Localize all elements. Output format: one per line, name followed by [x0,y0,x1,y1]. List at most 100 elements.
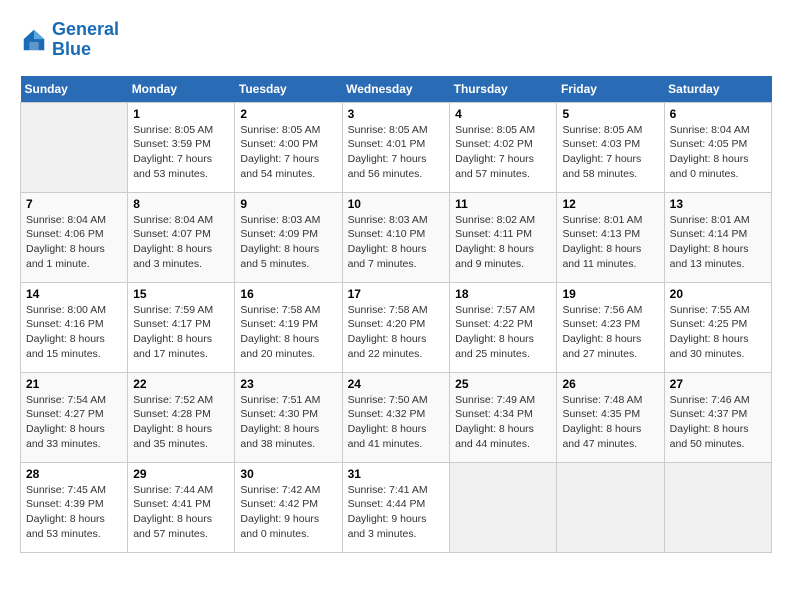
day-number: 28 [26,467,122,481]
day-info: Sunrise: 7:44 AM Sunset: 4:41 PM Dayligh… [133,483,229,542]
day-info: Sunrise: 7:49 AM Sunset: 4:34 PM Dayligh… [455,393,551,452]
header-monday: Monday [128,76,235,103]
day-number: 4 [455,107,551,121]
day-info: Sunrise: 7:51 AM Sunset: 4:30 PM Dayligh… [240,393,336,452]
daylight-text: Daylight: 8 hours and 5 minutes. [240,242,336,271]
sunrise-text: Sunrise: 7:52 AM [133,393,229,408]
day-info: Sunrise: 7:50 AM Sunset: 4:32 PM Dayligh… [348,393,445,452]
day-number: 16 [240,287,336,301]
day-number: 2 [240,107,336,121]
day-number: 1 [133,107,229,121]
daylight-text: Daylight: 7 hours and 53 minutes. [133,152,229,181]
header-friday: Friday [557,76,664,103]
sunrise-text: Sunrise: 7:57 AM [455,303,551,318]
day-info: Sunrise: 8:04 AM Sunset: 4:05 PM Dayligh… [670,123,766,182]
day-number: 7 [26,197,122,211]
day-number: 22 [133,377,229,391]
sunrise-text: Sunrise: 8:01 AM [562,213,658,228]
day-number: 8 [133,197,229,211]
sunrise-text: Sunrise: 7:58 AM [348,303,445,318]
day-number: 17 [348,287,445,301]
sunrise-text: Sunrise: 7:45 AM [26,483,122,498]
sunset-text: Sunset: 4:28 PM [133,407,229,422]
sunset-text: Sunset: 4:37 PM [670,407,766,422]
daylight-text: Daylight: 8 hours and 20 minutes. [240,332,336,361]
sunrise-text: Sunrise: 7:46 AM [670,393,766,408]
week-row-2: 7 Sunrise: 8:04 AM Sunset: 4:06 PM Dayli… [21,192,772,282]
sunset-text: Sunset: 4:13 PM [562,227,658,242]
day-number: 30 [240,467,336,481]
sunset-text: Sunset: 4:06 PM [26,227,122,242]
day-cell: 2 Sunrise: 8:05 AM Sunset: 4:00 PM Dayli… [235,102,342,192]
daylight-text: Daylight: 9 hours and 0 minutes. [240,512,336,541]
day-cell: 29 Sunrise: 7:44 AM Sunset: 4:41 PM Dayl… [128,462,235,552]
daylight-text: Daylight: 8 hours and 44 minutes. [455,422,551,451]
day-cell: 13 Sunrise: 8:01 AM Sunset: 4:14 PM Dayl… [664,192,771,282]
header-sunday: Sunday [21,76,128,103]
week-row-5: 28 Sunrise: 7:45 AM Sunset: 4:39 PM Dayl… [21,462,772,552]
sunrise-text: Sunrise: 7:58 AM [240,303,336,318]
day-cell: 25 Sunrise: 7:49 AM Sunset: 4:34 PM Dayl… [450,372,557,462]
day-number: 20 [670,287,766,301]
day-info: Sunrise: 7:46 AM Sunset: 4:37 PM Dayligh… [670,393,766,452]
sunset-text: Sunset: 4:19 PM [240,317,336,332]
sunrise-text: Sunrise: 7:51 AM [240,393,336,408]
day-cell: 26 Sunrise: 7:48 AM Sunset: 4:35 PM Dayl… [557,372,664,462]
day-number: 6 [670,107,766,121]
page-header: General Blue [20,20,772,60]
daylight-text: Daylight: 8 hours and 53 minutes. [26,512,122,541]
calendar-table: SundayMondayTuesdayWednesdayThursdayFrid… [20,76,772,553]
day-number: 29 [133,467,229,481]
day-info: Sunrise: 7:42 AM Sunset: 4:42 PM Dayligh… [240,483,336,542]
day-cell: 19 Sunrise: 7:56 AM Sunset: 4:23 PM Dayl… [557,282,664,372]
day-number: 19 [562,287,658,301]
daylight-text: Daylight: 8 hours and 15 minutes. [26,332,122,361]
daylight-text: Daylight: 8 hours and 0 minutes. [670,152,766,181]
day-info: Sunrise: 7:48 AM Sunset: 4:35 PM Dayligh… [562,393,658,452]
day-number: 10 [348,197,445,211]
day-info: Sunrise: 7:54 AM Sunset: 4:27 PM Dayligh… [26,393,122,452]
sunset-text: Sunset: 4:34 PM [455,407,551,422]
day-info: Sunrise: 7:55 AM Sunset: 4:25 PM Dayligh… [670,303,766,362]
daylight-text: Daylight: 8 hours and 33 minutes. [26,422,122,451]
day-info: Sunrise: 8:04 AM Sunset: 4:07 PM Dayligh… [133,213,229,272]
day-cell: 4 Sunrise: 8:05 AM Sunset: 4:02 PM Dayli… [450,102,557,192]
day-info: Sunrise: 8:03 AM Sunset: 4:10 PM Dayligh… [348,213,445,272]
day-cell [664,462,771,552]
sunrise-text: Sunrise: 8:05 AM [455,123,551,138]
daylight-text: Daylight: 7 hours and 56 minutes. [348,152,445,181]
day-info: Sunrise: 8:04 AM Sunset: 4:06 PM Dayligh… [26,213,122,272]
week-row-3: 14 Sunrise: 8:00 AM Sunset: 4:16 PM Dayl… [21,282,772,372]
day-info: Sunrise: 8:01 AM Sunset: 4:14 PM Dayligh… [670,213,766,272]
sunrise-text: Sunrise: 8:01 AM [670,213,766,228]
day-number: 31 [348,467,445,481]
day-number: 14 [26,287,122,301]
sunrise-text: Sunrise: 7:44 AM [133,483,229,498]
day-info: Sunrise: 8:05 AM Sunset: 4:02 PM Dayligh… [455,123,551,182]
day-cell: 28 Sunrise: 7:45 AM Sunset: 4:39 PM Dayl… [21,462,128,552]
sunset-text: Sunset: 4:32 PM [348,407,445,422]
sunset-text: Sunset: 4:20 PM [348,317,445,332]
sunset-text: Sunset: 4:44 PM [348,497,445,512]
day-cell [21,102,128,192]
sunset-text: Sunset: 4:05 PM [670,137,766,152]
daylight-text: Daylight: 9 hours and 3 minutes. [348,512,445,541]
sunrise-text: Sunrise: 7:55 AM [670,303,766,318]
day-info: Sunrise: 7:52 AM Sunset: 4:28 PM Dayligh… [133,393,229,452]
logo-text: General Blue [52,20,119,60]
sunrise-text: Sunrise: 7:50 AM [348,393,445,408]
sunset-text: Sunset: 4:23 PM [562,317,658,332]
daylight-text: Daylight: 7 hours and 54 minutes. [240,152,336,181]
day-cell: 14 Sunrise: 8:00 AM Sunset: 4:16 PM Dayl… [21,282,128,372]
sunrise-text: Sunrise: 7:59 AM [133,303,229,318]
daylight-text: Daylight: 8 hours and 57 minutes. [133,512,229,541]
day-number: 23 [240,377,336,391]
sunset-text: Sunset: 4:10 PM [348,227,445,242]
day-cell: 1 Sunrise: 8:05 AM Sunset: 3:59 PM Dayli… [128,102,235,192]
daylight-text: Daylight: 8 hours and 25 minutes. [455,332,551,361]
day-number: 9 [240,197,336,211]
day-cell [557,462,664,552]
sunrise-text: Sunrise: 8:05 AM [348,123,445,138]
day-info: Sunrise: 8:03 AM Sunset: 4:09 PM Dayligh… [240,213,336,272]
logo: General Blue [20,20,119,60]
